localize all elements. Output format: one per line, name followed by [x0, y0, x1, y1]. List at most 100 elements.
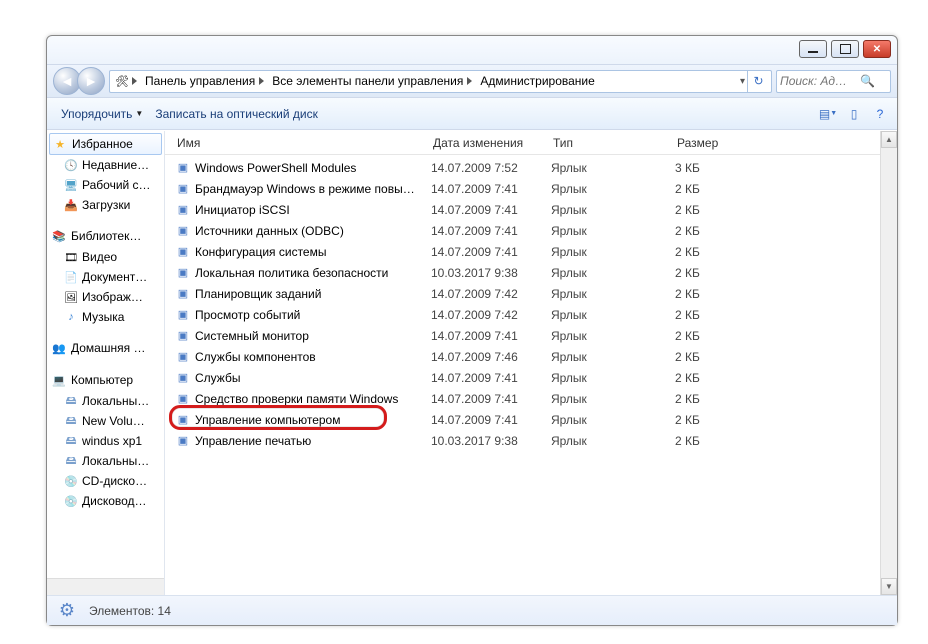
column-header-date[interactable]: Дата изменения: [425, 136, 545, 150]
forward-button[interactable]: ►: [77, 67, 105, 95]
help-button[interactable]: ?: [871, 105, 889, 123]
file-row[interactable]: ▣Системный монитор14.07.2009 7:41Ярлык2 …: [165, 325, 897, 346]
file-row[interactable]: ▣Источники данных (ODBC)14.07.2009 7:41Я…: [165, 220, 897, 241]
search-input[interactable]: [780, 74, 860, 88]
status-bar: ⚙ Элементов: 14: [47, 595, 897, 625]
vertical-scrollbar[interactable]: ▲ ▼: [880, 131, 897, 595]
sidebar-item[interactable]: 🎞Видео: [47, 247, 164, 267]
drive-icon: 🖴: [63, 433, 79, 449]
file-row[interactable]: ▣Управление компьютером14.07.2009 7:41Яр…: [165, 409, 897, 430]
sidebar-item[interactable]: 🖴New Volu…: [47, 411, 164, 431]
chevron-right-icon[interactable]: [132, 77, 141, 85]
drive-icon: 🖴: [63, 453, 79, 469]
file-row[interactable]: ▣Конфигурация системы14.07.2009 7:41Ярлы…: [165, 241, 897, 262]
cd-drive-icon: 💿: [63, 493, 79, 509]
search-box[interactable]: 🔍: [776, 70, 891, 93]
sidebar-computer-header[interactable]: 💻Компьютер: [47, 369, 164, 391]
sidebar-item[interactable]: 🖴Локальны…: [47, 391, 164, 411]
sidebar-item[interactable]: 🖴windus xp1: [47, 431, 164, 451]
sidebar-favorites-header[interactable]: ★ Избранное: [49, 133, 162, 155]
downloads-icon: 📥: [63, 197, 79, 213]
shortcut-icon: ▣: [175, 391, 191, 407]
sidebar-item[interactable]: 🖼Изображ…: [47, 287, 164, 307]
breadcrumb-segment[interactable]: Все элементы панели управления: [268, 71, 467, 92]
scroll-down-button[interactable]: ▼: [881, 578, 897, 595]
file-name: Средство проверки памяти Windows: [195, 392, 431, 406]
computer-icon: 💻: [51, 372, 67, 388]
burn-disc-button[interactable]: Записать на оптический диск: [149, 104, 324, 124]
shortcut-icon: ▣: [175, 370, 191, 386]
file-row[interactable]: ▣Брандмауэр Windows в режиме повы…14.07.…: [165, 178, 897, 199]
column-header-name[interactable]: Имя: [165, 136, 425, 150]
maximize-button[interactable]: [831, 40, 859, 58]
star-icon: ★: [52, 136, 68, 152]
close-button[interactable]: [863, 40, 891, 58]
file-date: 14.07.2009 7:41: [431, 224, 551, 238]
file-date: 10.03.2017 9:38: [431, 434, 551, 448]
chevron-right-icon[interactable]: [259, 77, 268, 85]
file-date: 14.07.2009 7:41: [431, 329, 551, 343]
view-mode-button[interactable]: ▤ ▼: [819, 105, 837, 123]
sidebar-item[interactable]: 💿CD-диско…: [47, 471, 164, 491]
file-name: Просмотр событий: [195, 308, 431, 322]
preview-pane-button[interactable]: ▯: [845, 105, 863, 123]
breadcrumb-segment[interactable]: Панель управления: [141, 71, 259, 92]
file-row[interactable]: ▣Просмотр событий14.07.2009 7:42Ярлык2 К…: [165, 304, 897, 325]
navigation-pane[interactable]: ★ Избранное 🕓Недавние… 🖥Рабочий с… 📥Загр…: [47, 131, 165, 595]
shortcut-icon: ▣: [175, 412, 191, 428]
shortcut-icon: ▣: [175, 160, 191, 176]
file-date: 14.07.2009 7:42: [431, 287, 551, 301]
shortcut-icon: ▣: [175, 223, 191, 239]
file-date: 14.07.2009 7:52: [431, 161, 551, 175]
file-size: 2 КБ: [675, 329, 765, 343]
sidebar-libraries-header[interactable]: 📚Библиотек…: [47, 225, 164, 247]
music-icon: ♪: [63, 309, 79, 325]
sidebar-homegroup-header[interactable]: 👥Домашняя …: [47, 337, 164, 359]
file-row[interactable]: ▣Службы компонентов14.07.2009 7:46Ярлык2…: [165, 346, 897, 367]
file-type: Ярлык: [551, 434, 675, 448]
file-type: Ярлык: [551, 329, 675, 343]
file-name: Системный монитор: [195, 329, 431, 343]
drive-icon: 🖴: [63, 393, 79, 409]
sidebar-item[interactable]: 💿Дисковод…: [47, 491, 164, 511]
column-header-type[interactable]: Тип: [545, 136, 669, 150]
organize-label: Упорядочить: [61, 107, 132, 121]
search-icon[interactable]: 🔍: [860, 74, 875, 88]
file-row[interactable]: ▣Локальная политика безопасности10.03.20…: [165, 262, 897, 283]
organize-button[interactable]: Упорядочить ▼: [55, 104, 149, 124]
minimize-button[interactable]: [799, 40, 827, 58]
cd-drive-icon: 💿: [63, 473, 79, 489]
sidebar-item[interactable]: ♪Музыка: [47, 307, 164, 327]
scroll-up-button[interactable]: ▲: [881, 131, 897, 148]
horizontal-scrollbar[interactable]: [47, 578, 164, 595]
sidebar-item[interactable]: 📥Загрузки: [47, 195, 164, 215]
file-row[interactable]: ▣Инициатор iSCSI14.07.2009 7:41Ярлык2 КБ: [165, 199, 897, 220]
file-row[interactable]: ▣Планировщик заданий14.07.2009 7:42Ярлык…: [165, 283, 897, 304]
item-count-label: Элементов: 14: [89, 604, 171, 618]
column-header-size[interactable]: Размер: [669, 136, 759, 150]
refresh-button[interactable]: ↻: [747, 71, 769, 92]
address-bar[interactable]: 🛠 Панель управления Все элементы панели …: [109, 70, 772, 93]
sidebar-item[interactable]: 🖴Локальны…: [47, 451, 164, 471]
file-row[interactable]: ▣ Средство проверки памяти Windows14.07.2…: [165, 388, 897, 409]
sidebar-item[interactable]: 🖥Рабочий с…: [47, 175, 164, 195]
recent-icon: 🕓: [63, 157, 79, 173]
chevron-right-icon[interactable]: [467, 77, 476, 85]
file-name: Планировщик заданий: [195, 287, 431, 301]
file-date: 14.07.2009 7:41: [431, 371, 551, 385]
file-type: Ярлык: [551, 266, 675, 280]
file-name: Windows PowerShell Modules: [195, 161, 431, 175]
sidebar-item[interactable]: 📄Документ…: [47, 267, 164, 287]
favorites-label: Избранное: [72, 137, 133, 151]
breadcrumb-segment[interactable]: Администрирование: [476, 71, 598, 92]
file-row[interactable]: ▣Управление печатью10.03.2017 9:38Ярлык2…: [165, 430, 897, 451]
file-size: 2 КБ: [675, 245, 765, 259]
sidebar-item[interactable]: 🕓Недавние…: [47, 155, 164, 175]
file-date: 14.07.2009 7:42: [431, 308, 551, 322]
history-dropdown-icon[interactable]: ▾: [738, 76, 747, 87]
file-date: 14.07.2009 7:41: [431, 392, 551, 406]
file-row[interactable]: ▣ Windows PowerShell Modules14.07.2009 7:…: [165, 157, 897, 178]
file-row[interactable]: ▣Службы14.07.2009 7:41Ярлык2 КБ: [165, 367, 897, 388]
file-date: 10.03.2017 9:38: [431, 266, 551, 280]
file-date: 14.07.2009 7:46: [431, 350, 551, 364]
